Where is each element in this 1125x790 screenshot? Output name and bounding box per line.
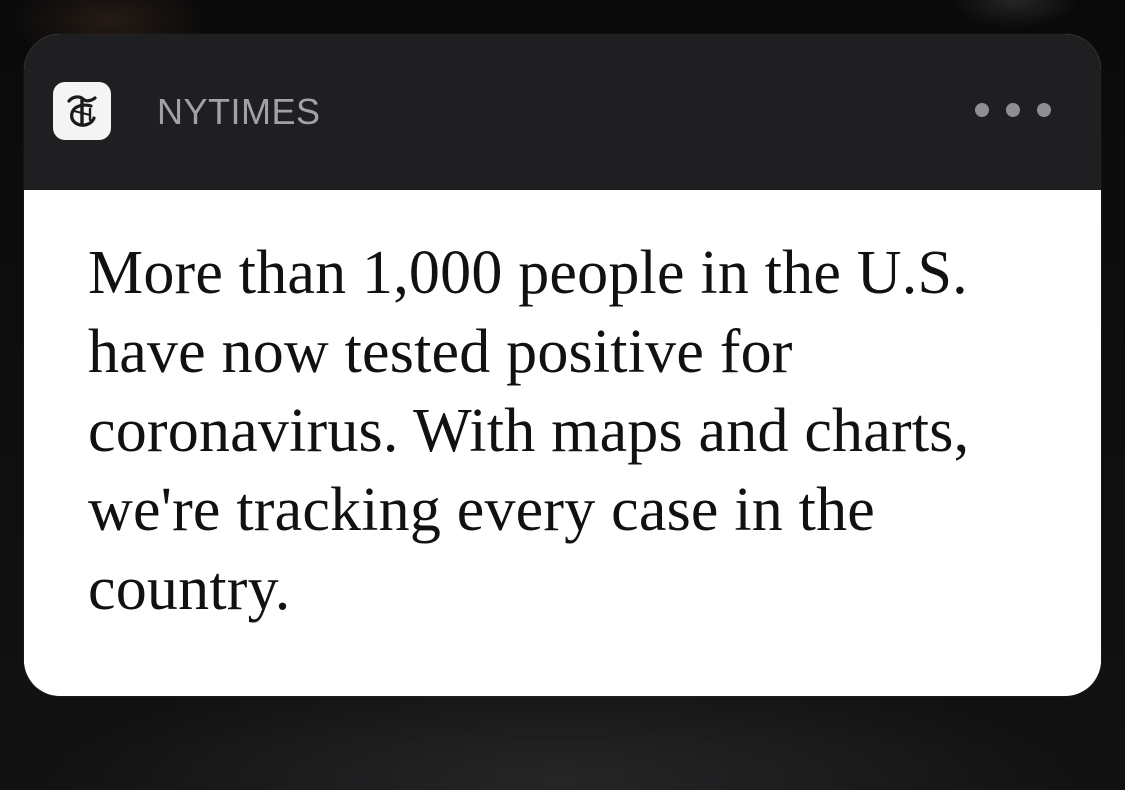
app-name: NYTIMES <box>157 91 321 132</box>
more-options-button[interactable] <box>975 98 1051 122</box>
nyt-t-logo-icon <box>53 82 111 140</box>
notification-card[interactable]: NYTIMES More than 1,000 people in the U.… <box>24 34 1101 696</box>
nyt-t-glyph <box>67 95 97 127</box>
more-ellipsis-icon <box>975 103 989 117</box>
notification-body[interactable]: More than 1,000 people in the U.S. have … <box>24 190 1101 696</box>
more-ellipsis-icon <box>1037 103 1051 117</box>
notification-header: NYTIMES <box>24 34 1101 190</box>
notification-message: More than 1,000 people in the U.S. have … <box>88 239 970 623</box>
more-ellipsis-icon <box>1006 103 1020 117</box>
